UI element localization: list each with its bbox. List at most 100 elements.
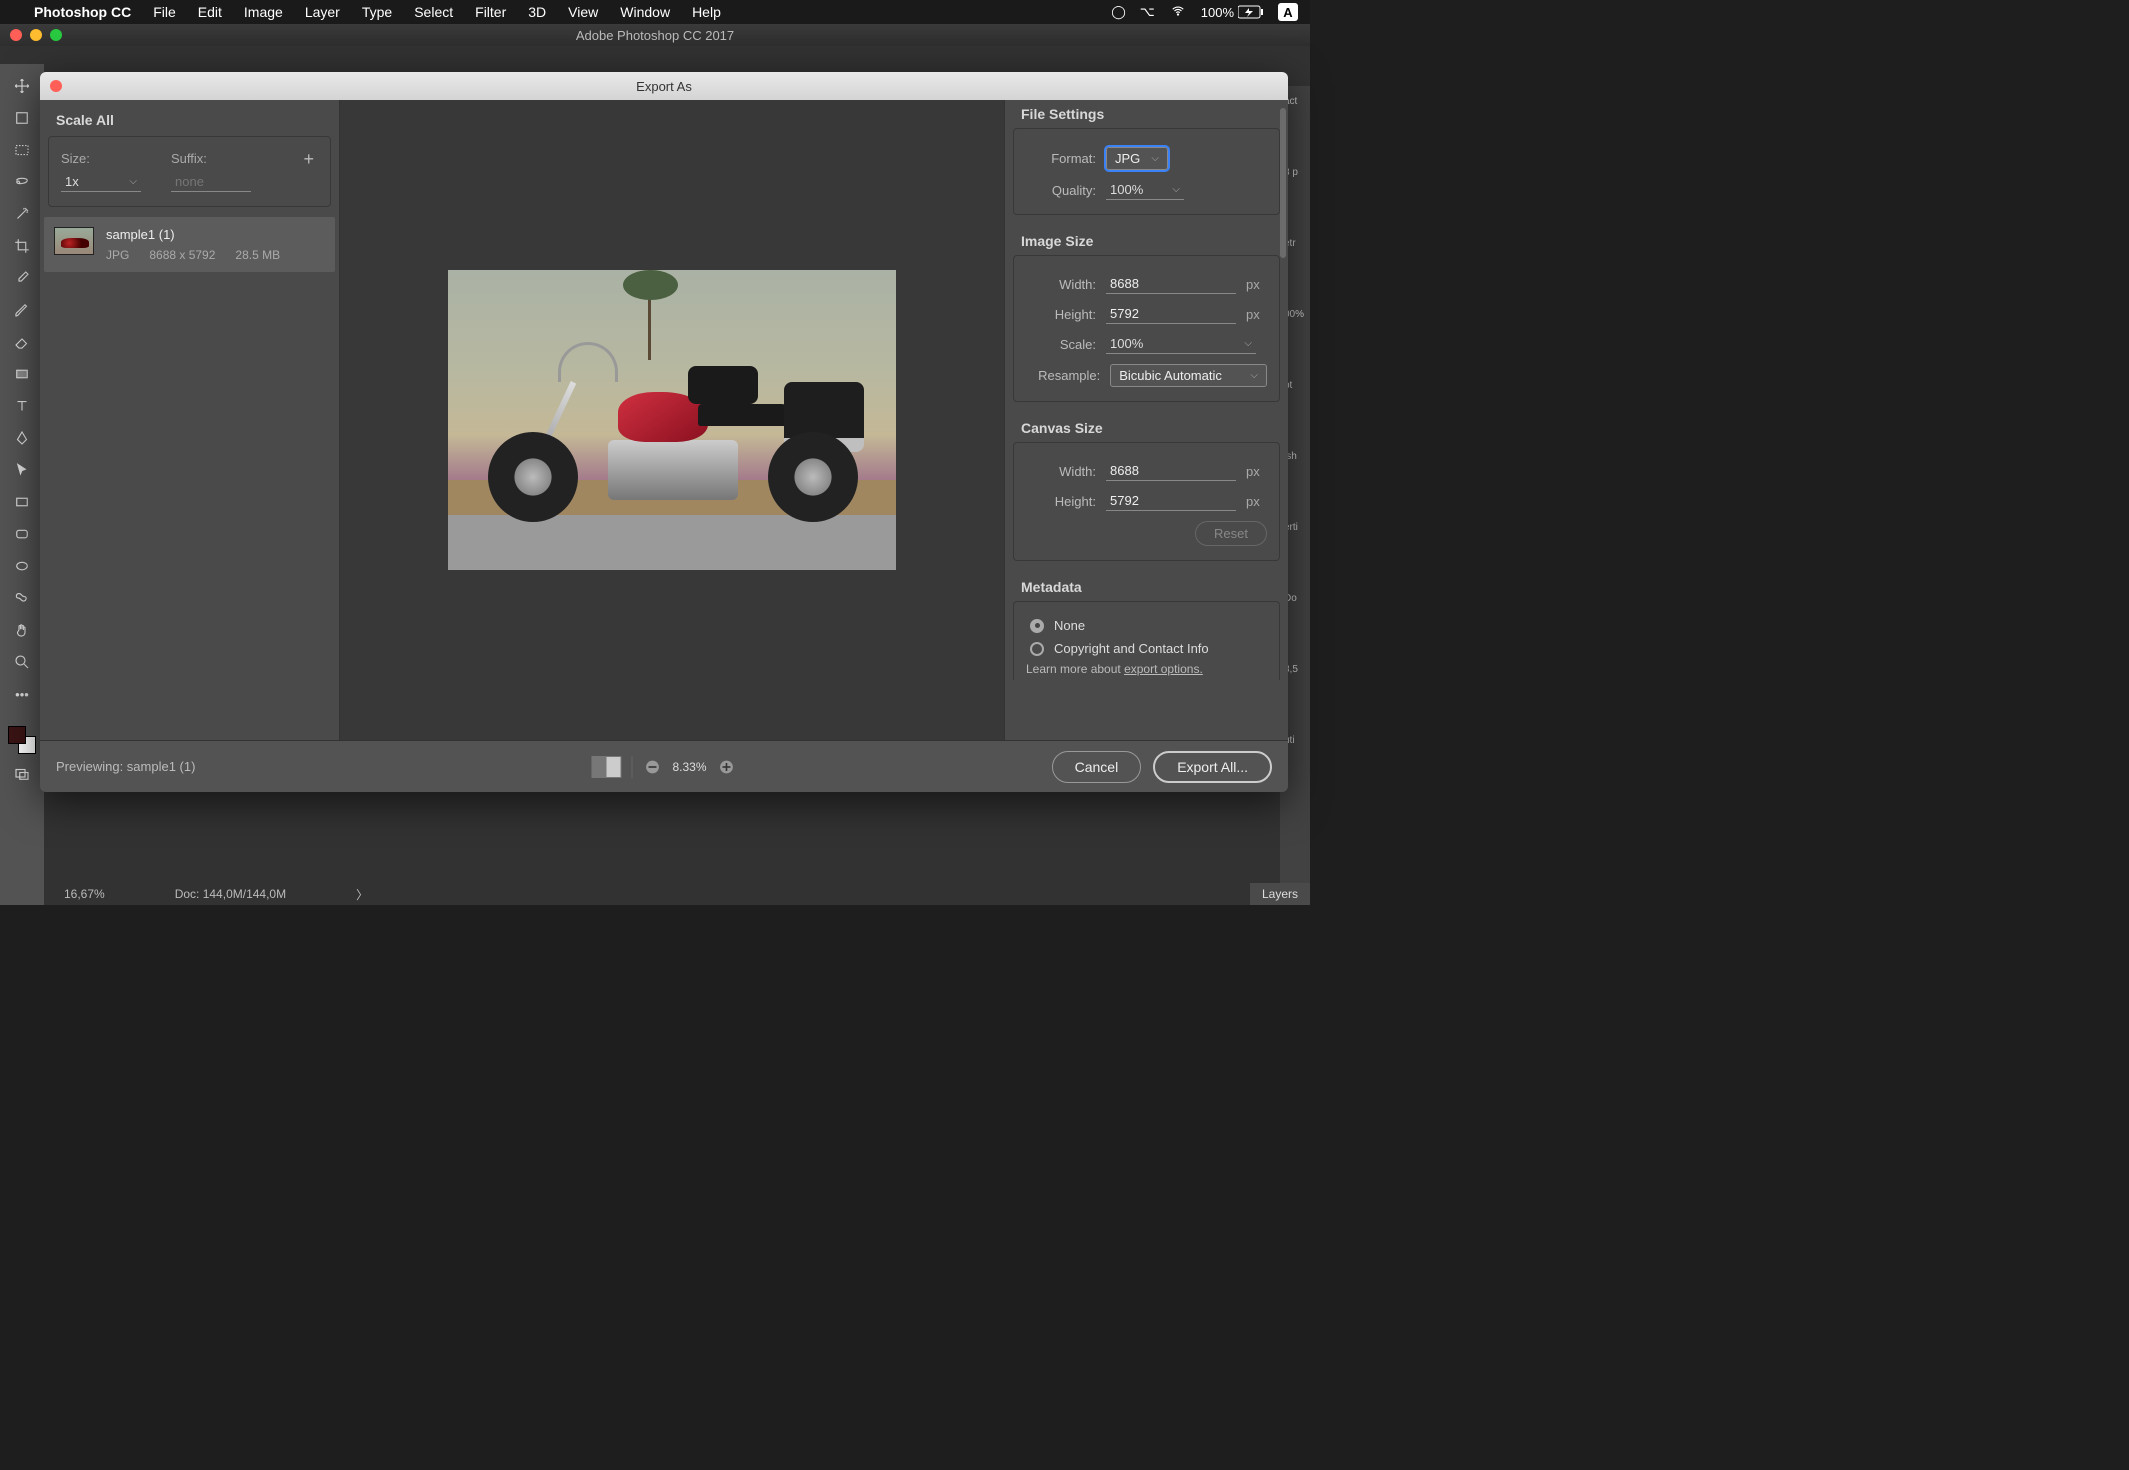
- bluetooth-icon[interactable]: ⌥: [1140, 4, 1155, 20]
- add-scale-button[interactable]: +: [303, 149, 314, 192]
- unit-px: px: [1246, 307, 1260, 322]
- export-preview-area: [340, 100, 1004, 740]
- preview-mode-toggle[interactable]: [591, 756, 621, 778]
- brush-tool-icon[interactable]: [8, 298, 36, 322]
- custom-shape-tool-icon[interactable]: [8, 586, 36, 610]
- window-minimize-icon[interactable]: [30, 29, 42, 41]
- menu-view[interactable]: View: [568, 4, 598, 20]
- document-size[interactable]: Doc: 144,0M/144,0M: [175, 887, 286, 901]
- preview-image[interactable]: [448, 270, 896, 570]
- zoom-in-button[interactable]: [717, 757, 737, 777]
- size-select[interactable]: 1x⌵: [61, 172, 141, 192]
- export-left-column: Scale All Size: 1x⌵ Suffix: +: [40, 100, 340, 740]
- resample-label: Resample:: [1026, 368, 1100, 383]
- layers-tab[interactable]: Layers: [1250, 883, 1310, 905]
- menu-edit[interactable]: Edit: [198, 4, 222, 20]
- cancel-button[interactable]: Cancel: [1052, 751, 1142, 783]
- menu-file[interactable]: File: [153, 4, 176, 20]
- radio-icon: [1030, 619, 1044, 633]
- reset-button[interactable]: Reset: [1195, 521, 1267, 546]
- more-tools-icon[interactable]: •••: [8, 682, 36, 706]
- menu-3d[interactable]: 3D: [528, 4, 546, 20]
- export-options-link[interactable]: export options.: [1124, 662, 1203, 676]
- image-scale-select[interactable]: 100%⌵: [1106, 334, 1256, 354]
- previewing-label: Previewing: sample1 (1): [56, 759, 195, 774]
- eraser-tool-icon[interactable]: [8, 330, 36, 354]
- eyedropper-tool-icon[interactable]: [8, 266, 36, 290]
- artboard-tool-icon[interactable]: [8, 106, 36, 130]
- menu-filter[interactable]: Filter: [475, 4, 506, 20]
- document-status-bar: 16,67% Doc: 144,0M/144,0M 〉: [44, 883, 368, 905]
- image-width-input[interactable]: [1106, 274, 1236, 294]
- image-height-input[interactable]: [1106, 304, 1236, 324]
- export-all-button[interactable]: Export All...: [1153, 751, 1272, 783]
- pen-tool-icon[interactable]: [8, 426, 36, 450]
- scale-all-box: Size: 1x⌵ Suffix: +: [48, 136, 331, 207]
- move-tool-icon[interactable]: [8, 74, 36, 98]
- menu-window[interactable]: Window: [620, 4, 670, 20]
- menu-select[interactable]: Select: [414, 4, 453, 20]
- type-tool-icon[interactable]: [8, 394, 36, 418]
- canvas-height-label: Height:: [1026, 494, 1096, 509]
- chevron-down-icon: ⌵: [1151, 153, 1159, 164]
- metadata-none-radio[interactable]: None: [1030, 618, 1267, 633]
- metadata-copyright-radio[interactable]: Copyright and Contact Info: [1030, 641, 1267, 656]
- hand-tool-icon[interactable]: [8, 618, 36, 642]
- zoom-out-button[interactable]: [642, 757, 662, 777]
- dialog-title: Export As: [636, 79, 692, 94]
- menu-image[interactable]: Image: [244, 4, 283, 20]
- chevron-down-icon: ⌵: [1172, 184, 1180, 195]
- photoshop-window-titlebar: Adobe Photoshop CC 2017: [0, 24, 1310, 46]
- quality-label: Quality:: [1026, 183, 1096, 198]
- menu-help[interactable]: Help: [692, 4, 721, 20]
- menu-layer[interactable]: Layer: [305, 4, 340, 20]
- document-zoom[interactable]: 16,67%: [64, 887, 105, 901]
- canvas-size-group: Width: px Height: px Reset: [1013, 442, 1280, 561]
- magic-wand-tool-icon[interactable]: [8, 202, 36, 226]
- quality-select[interactable]: 100%⌵: [1106, 180, 1184, 200]
- battery-status[interactable]: 100%: [1201, 5, 1264, 20]
- rounded-rectangle-tool-icon[interactable]: [8, 522, 36, 546]
- metadata-title: Metadata: [1005, 573, 1288, 599]
- path-selection-tool-icon[interactable]: [8, 458, 36, 482]
- screen-mode-icon[interactable]: [8, 762, 36, 786]
- chevron-down-icon: ⌵: [1244, 338, 1252, 349]
- window-close-icon[interactable]: [10, 29, 22, 41]
- unit-px: px: [1246, 277, 1260, 292]
- export-as-dialog: Export As Scale All Size: 1x⌵ Suffix:: [40, 72, 1288, 792]
- suffix-input[interactable]: [171, 172, 251, 192]
- status-arrow-icon[interactable]: 〉: [356, 886, 368, 903]
- app-name[interactable]: Photoshop CC: [34, 4, 131, 20]
- asset-item[interactable]: sample1 (1) JPG 8688 x 5792 28.5 MB: [44, 217, 335, 272]
- color-swatch[interactable]: [8, 726, 36, 754]
- image-size-title: Image Size: [1005, 227, 1288, 253]
- canvas-height-input[interactable]: [1106, 491, 1236, 511]
- crop-tool-icon[interactable]: [8, 234, 36, 258]
- menu-type[interactable]: Type: [362, 4, 392, 20]
- asset-dimensions: 8688 x 5792: [149, 248, 215, 262]
- export-settings-column: File Settings Format: JPG⌵ Quality: 100%…: [1004, 100, 1288, 740]
- scrollbar[interactable]: [1280, 108, 1286, 258]
- wifi-icon[interactable]: [1169, 4, 1187, 21]
- creative-cloud-icon[interactable]: ◯: [1111, 4, 1126, 20]
- ellipse-tool-icon[interactable]: [8, 554, 36, 578]
- dialog-footer: Previewing: sample1 (1) 8.33% Cancel Exp…: [40, 740, 1288, 792]
- scale-all-title: Scale All: [40, 100, 339, 136]
- canvas-width-label: Width:: [1026, 464, 1096, 479]
- gradient-tool-icon[interactable]: [8, 362, 36, 386]
- window-title: Adobe Photoshop CC 2017: [576, 28, 734, 43]
- marquee-tool-icon[interactable]: [8, 138, 36, 162]
- macos-menubar: Photoshop CC File Edit Image Layer Type …: [0, 0, 1310, 24]
- lasso-tool-icon[interactable]: [8, 170, 36, 194]
- rectangle-tool-icon[interactable]: [8, 490, 36, 514]
- resample-select[interactable]: Bicubic Automatic⌵: [1110, 364, 1267, 387]
- input-source-indicator[interactable]: A: [1278, 3, 1298, 21]
- format-select[interactable]: JPG⌵: [1106, 147, 1168, 170]
- canvas-size-title: Canvas Size: [1005, 414, 1288, 440]
- canvas-width-input[interactable]: [1106, 461, 1236, 481]
- window-zoom-icon[interactable]: [50, 29, 62, 41]
- suffix-label: Suffix:: [171, 151, 251, 166]
- format-label: Format:: [1026, 151, 1096, 166]
- dialog-close-icon[interactable]: [50, 80, 62, 92]
- zoom-tool-icon[interactable]: [8, 650, 36, 674]
